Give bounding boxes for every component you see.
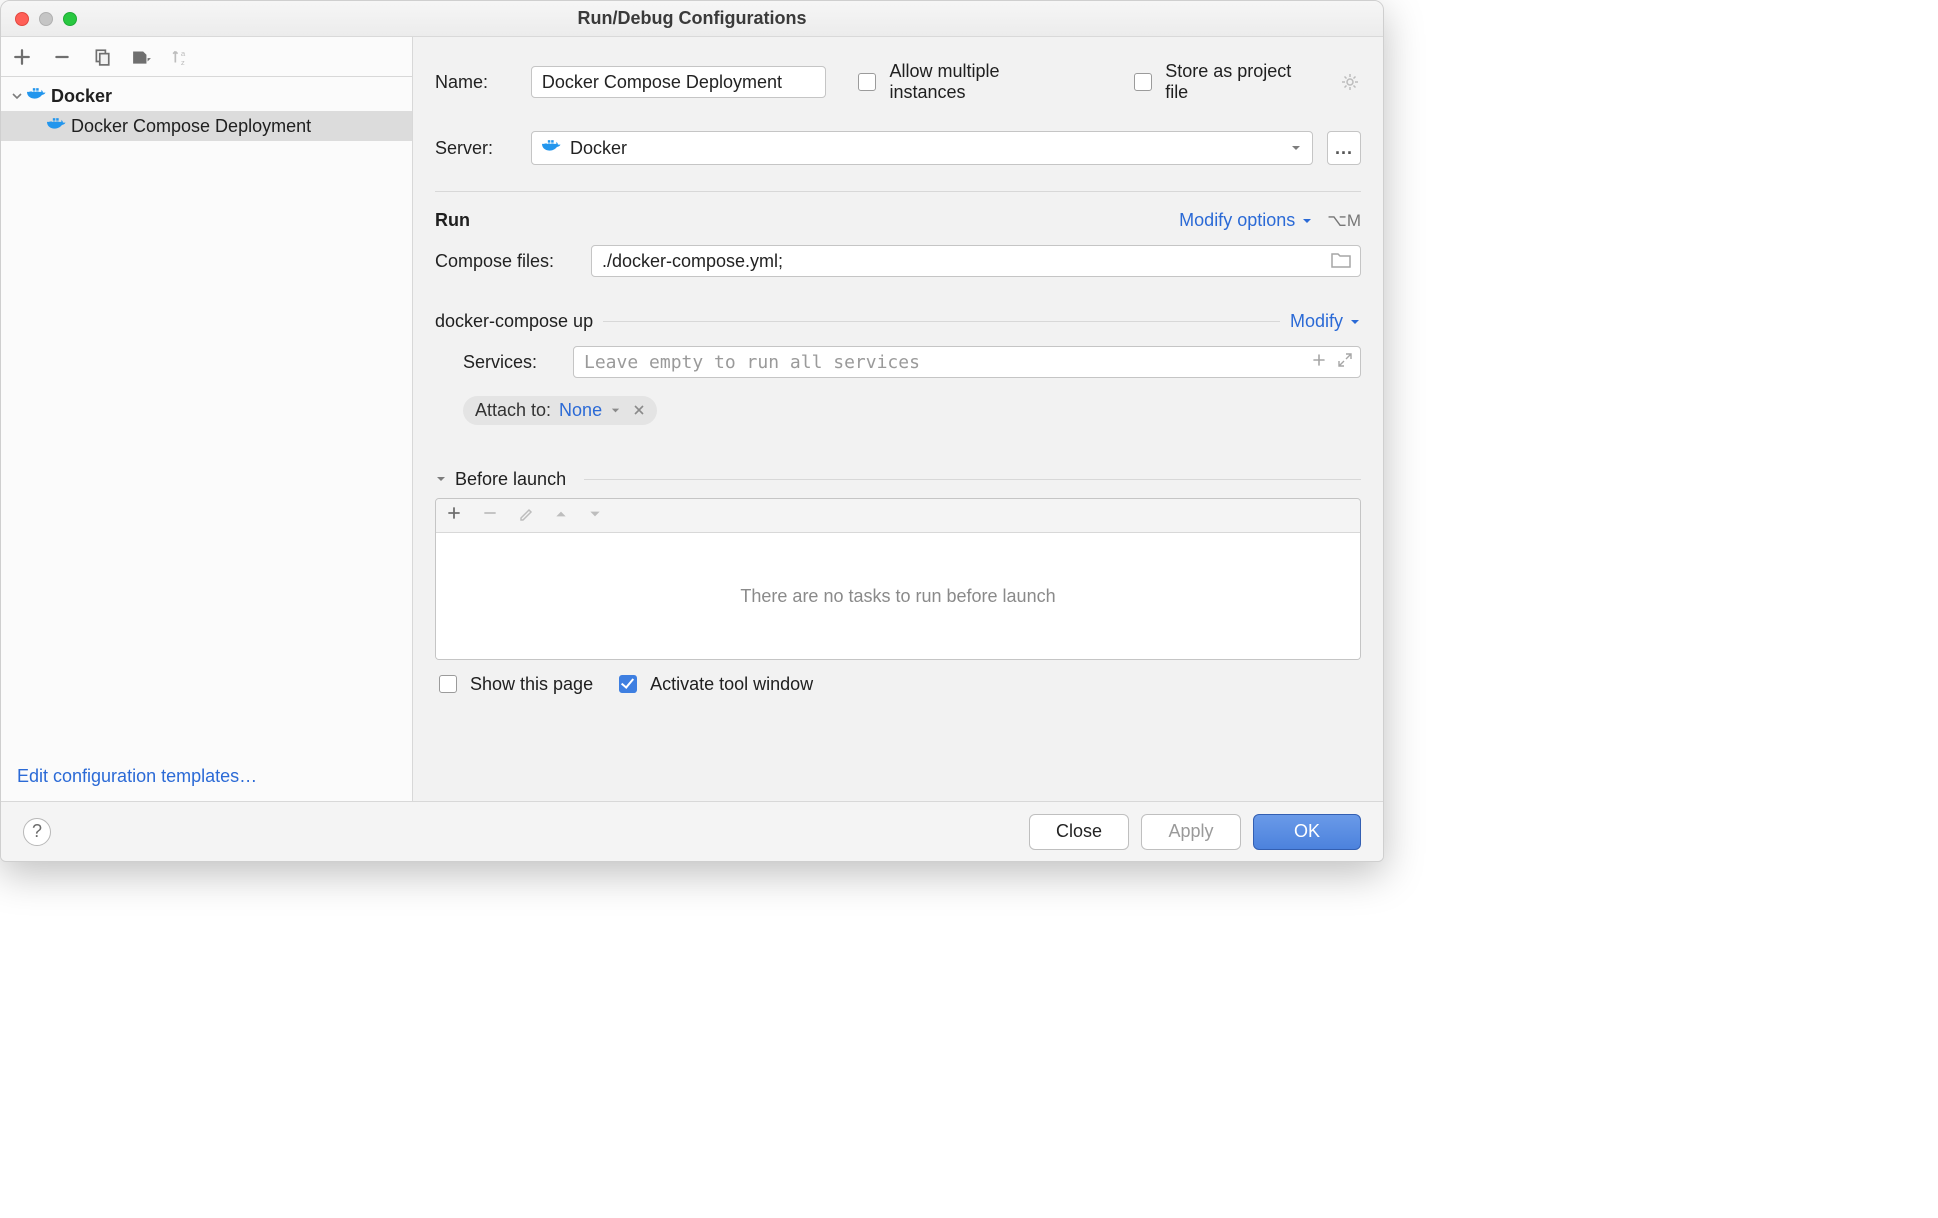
activate-tool-checkbox[interactable]: Activate tool window: [615, 672, 813, 696]
move-down-icon[interactable]: [588, 505, 602, 526]
expand-icon[interactable]: [1337, 352, 1353, 373]
copy-config-icon[interactable]: [91, 46, 113, 68]
content-split: az Docker Docker Compose: [1, 37, 1383, 801]
show-page-input[interactable]: [439, 675, 457, 693]
before-launch-head[interactable]: Before launch: [435, 469, 1361, 490]
before-launch-empty: There are no tasks to run before launch: [436, 533, 1360, 659]
chevron-down-icon[interactable]: [11, 86, 23, 107]
run-section-head: Run Modify options ⌥M: [435, 210, 1361, 231]
sort-config-icon[interactable]: az: [171, 46, 193, 68]
apply-button[interactable]: Apply: [1141, 814, 1241, 850]
remove-config-icon[interactable]: [51, 46, 73, 68]
titlebar: Run/Debug Configurations: [1, 1, 1383, 37]
name-label: Name:: [435, 72, 517, 93]
allow-multiple-input[interactable]: [858, 73, 876, 91]
remove-task-icon[interactable]: [482, 505, 498, 526]
sidebar: az Docker Docker Compose: [1, 37, 413, 801]
tree-group-docker[interactable]: Docker: [1, 81, 412, 111]
dialog-buttons: Close Apply OK: [1029, 814, 1361, 850]
allow-multiple-label: Allow multiple instances: [889, 61, 1080, 103]
tree-item-docker-compose[interactable]: Docker Compose Deployment: [1, 111, 412, 141]
help-icon[interactable]: ?: [23, 818, 51, 846]
add-task-icon[interactable]: [446, 505, 462, 526]
show-page-checkbox[interactable]: Show this page: [435, 672, 593, 696]
form-panel: Name: Allow multiple instances Store as …: [413, 37, 1383, 801]
edit-task-icon[interactable]: [518, 505, 534, 526]
modify-options-link[interactable]: Modify options: [1179, 210, 1313, 231]
modify-options-shortcut: ⌥M: [1327, 211, 1361, 231]
config-tree[interactable]: Docker Docker Compose Deployment: [1, 77, 412, 766]
docker-icon: [542, 137, 562, 160]
ok-button[interactable]: OK: [1253, 814, 1361, 850]
modify-options-label: Modify options: [1179, 210, 1295, 231]
store-project-label: Store as project file: [1165, 61, 1319, 103]
close-button-label: Close: [1056, 821, 1102, 842]
services-label: Services:: [463, 352, 559, 373]
compose-files-row: Compose files:: [435, 245, 1361, 277]
chevron-down-icon: [1349, 316, 1361, 328]
close-button[interactable]: Close: [1029, 814, 1129, 850]
server-row: Server: Docker ...: [435, 131, 1361, 165]
save-config-icon[interactable]: [131, 46, 153, 68]
compose-files-label: Compose files:: [435, 251, 577, 272]
activate-tool-input[interactable]: [619, 675, 637, 693]
before-launch-label: Before launch: [455, 469, 566, 490]
bottom-bar: ? Close Apply OK: [1, 801, 1383, 861]
ok-button-label: OK: [1294, 821, 1320, 842]
server-value: Docker: [570, 138, 627, 159]
edit-templates-link-text[interactable]: Edit configuration templates…: [17, 766, 257, 786]
attach-to-chip[interactable]: Attach to: None: [463, 396, 657, 425]
services-field[interactable]: [573, 346, 1361, 378]
modify-link[interactable]: Modify: [1290, 311, 1361, 332]
attach-to-value: None: [559, 400, 602, 421]
store-project-checkbox[interactable]: Store as project file: [1130, 61, 1319, 103]
store-project-input[interactable]: [1134, 73, 1152, 91]
services-row: Services:: [463, 346, 1361, 378]
add-config-icon[interactable]: [11, 46, 33, 68]
chevron-down-icon: [610, 405, 621, 416]
allow-multiple-checkbox[interactable]: Allow multiple instances: [854, 61, 1080, 103]
before-launch-panel: There are no tasks to run before launch: [435, 498, 1361, 660]
before-launch-toolbar: [436, 499, 1360, 533]
footer-checks: Show this page Activate tool window: [435, 672, 1361, 696]
name-field[interactable]: [531, 66, 827, 98]
activate-tool-label: Activate tool window: [650, 674, 813, 695]
attach-to-label: Attach to:: [475, 400, 551, 421]
name-row: Name: Allow multiple instances Store as …: [435, 61, 1361, 103]
compose-files-field[interactable]: [591, 245, 1361, 277]
tree-group-label: Docker: [51, 86, 112, 107]
compose-up-head: docker-compose up Modify: [435, 311, 1361, 332]
server-label: Server:: [435, 138, 517, 159]
attach-chip-row: Attach to: None: [435, 396, 1361, 425]
dialog-title: Run/Debug Configurations: [1, 8, 1383, 29]
run-section-title: Run: [435, 210, 470, 231]
edit-templates-link[interactable]: Edit configuration templates…: [1, 766, 412, 801]
move-up-icon[interactable]: [554, 505, 568, 526]
close-icon[interactable]: [633, 400, 645, 421]
apply-button-label: Apply: [1168, 821, 1213, 842]
server-more-button[interactable]: ...: [1327, 131, 1361, 165]
tree-item-label: Docker Compose Deployment: [71, 116, 311, 137]
add-icon[interactable]: [1311, 352, 1327, 373]
folder-icon[interactable]: [1331, 251, 1351, 274]
compose-up-label: docker-compose up: [435, 311, 593, 332]
svg-text:a: a: [181, 48, 186, 57]
ellipsis-icon: ...: [1335, 138, 1353, 159]
docker-icon: [27, 85, 47, 108]
server-select[interactable]: Docker: [531, 131, 1313, 165]
show-page-label: Show this page: [470, 674, 593, 695]
chevron-down-icon: [435, 469, 447, 490]
chevron-down-icon: [1301, 215, 1313, 227]
sidebar-toolbar: az: [1, 37, 412, 77]
docker-icon: [47, 115, 67, 138]
chevron-down-icon: [1290, 138, 1302, 159]
gear-icon[interactable]: [1339, 71, 1361, 93]
divider: [435, 191, 1361, 192]
dialog-window: Run/Debug Configurations az: [0, 0, 1384, 862]
modify-label: Modify: [1290, 311, 1343, 332]
svg-text:z: z: [181, 57, 185, 65]
